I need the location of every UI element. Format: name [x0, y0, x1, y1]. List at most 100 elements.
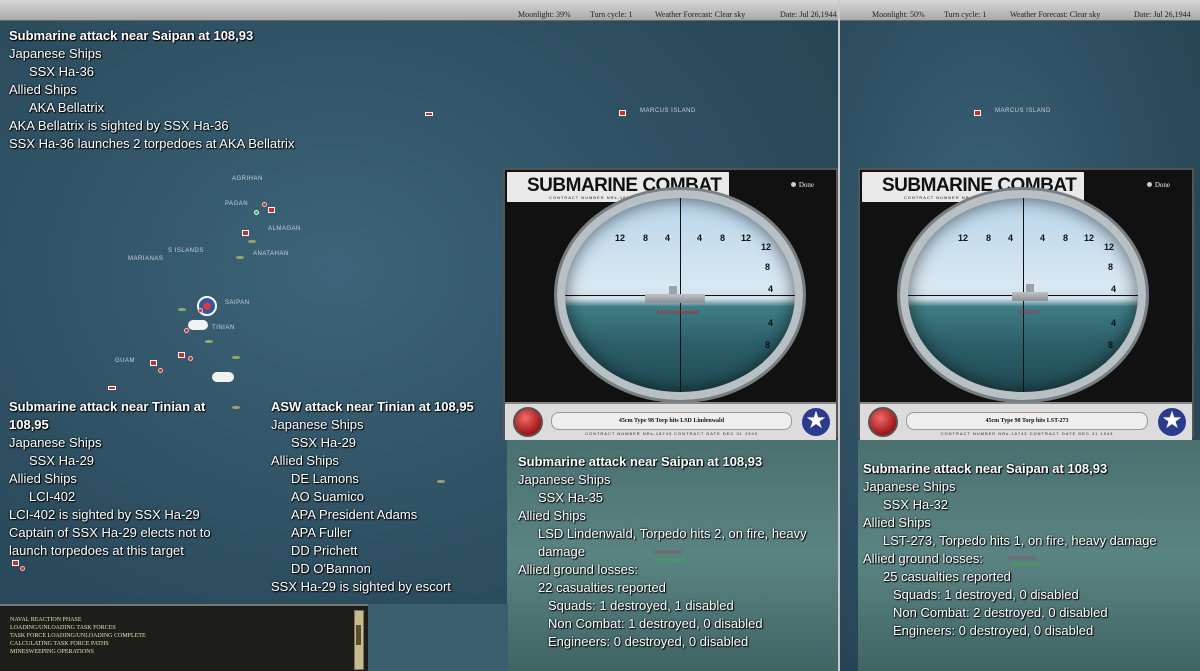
done-button[interactable]: Done	[790, 181, 814, 189]
date-status: Date: Jul 26,1944	[1134, 10, 1191, 19]
scale-tick: 8	[765, 340, 771, 350]
done-button[interactable]: Done	[1146, 181, 1170, 189]
target-label: LST-273	[1018, 310, 1040, 316]
base-marker[interactable]	[188, 356, 193, 361]
report-line: 25 casualties reported	[883, 569, 1011, 584]
combat-result-report: Submarine attack near Saipan at 108,93 Ja…	[863, 460, 1193, 640]
scale-tick: 4	[697, 233, 703, 243]
base-marker[interactable]	[158, 368, 163, 373]
report-line: Captain of SSX Ha-29 elects not to launc…	[9, 525, 211, 558]
report-line: SSX Ha-36	[29, 64, 95, 79]
weather-status: Weather Forecast: Clear sky	[655, 10, 746, 19]
scale-tick: 12	[741, 233, 752, 243]
task-force-marker[interactable]	[178, 352, 185, 358]
report-line: Squads: 1 destroyed, 1 disabled	[548, 598, 734, 613]
base-marker[interactable]	[20, 566, 25, 571]
unit-tag: SSX Ha-35	[658, 558, 686, 564]
left-game-pane: Moonlight: 39% Turn cycle: 1 Weather For…	[0, 0, 838, 671]
date-status: Date: Jul 26,1944	[780, 10, 837, 19]
log-line: NAVAL REACTION PHASE	[10, 617, 82, 623]
report-line: ASW attack near Tinian at 108,95	[271, 399, 474, 414]
report-line: Allied Ships	[9, 82, 77, 97]
report-line: SSX Ha-36 launches 2 torpedoes at AKA Be…	[9, 136, 295, 151]
report-line: AKA Bellatrix	[29, 100, 105, 115]
task-force-marker[interactable]	[974, 110, 981, 116]
task-force-marker[interactable]	[242, 230, 249, 236]
target-ship	[1012, 284, 1048, 301]
log-line: TASK FORCE LOADING/UNLOADING COMPLETE	[10, 633, 146, 639]
task-force-marker[interactable]	[619, 110, 626, 116]
report-line: Squads: 1 destroyed, 0 disabled	[893, 587, 1079, 602]
report-line: Engineers: 0 destroyed, 0 disabled	[548, 634, 749, 649]
report-line: Non Combat: 1 destroyed, 0 disabled	[548, 616, 763, 631]
report-line: SSX Ha-29	[29, 453, 95, 468]
done-icon	[790, 182, 796, 187]
scale-tick: 8	[720, 233, 726, 243]
cloud-icon	[212, 372, 234, 382]
combat-report-saipan: Submarine attack near Saipan at 108,93 Ja…	[9, 27, 294, 153]
combat-result-caption: 45cm Type 98 Torp hits LST-273	[906, 412, 1148, 430]
report-line: Japanese Ships	[863, 479, 956, 494]
report-line: SSX Ha-35	[538, 490, 604, 505]
scale-tick: 8	[1108, 262, 1114, 272]
map-label-marcus-island: MARCUS ISLAND	[995, 108, 1051, 114]
log-line: MINESWEEPING OPERATIONS	[10, 649, 94, 655]
map-label-pagan: PAGAN	[225, 201, 249, 207]
island	[178, 308, 186, 311]
base-marker[interactable]	[254, 210, 259, 215]
japanese-flag-icon	[513, 407, 543, 437]
contract-text: CONTRACT NUMBER NRs-18743 CONTRACT DATE …	[940, 431, 1114, 436]
report-line: Allied Ships	[271, 453, 339, 468]
combat-report-tinian-sub: Submarine attack near Tinian at 108,95 Ja…	[9, 398, 234, 560]
scale-tick: 8	[986, 233, 992, 243]
scale-tick: 4	[1008, 233, 1014, 243]
unit-tag-ship-icon	[654, 550, 682, 554]
task-force-marker[interactable]	[12, 560, 19, 566]
target-ship	[645, 286, 705, 303]
map-label-almagan: ALMAGAN	[268, 226, 301, 232]
report-line: SSX Ha-29	[291, 435, 357, 450]
map-label-marianas: MARIANAS	[128, 256, 164, 262]
scale-tick: 12	[615, 233, 626, 243]
combat-bottom-bar: 45cm Type 98 Torp hits LST-273 CONTRACT …	[860, 402, 1192, 440]
phase-log: NAVAL REACTION PHASE LOADING/UNLOADING TA…	[0, 604, 368, 671]
report-line: Non Combat: 2 destroyed, 0 disabled	[893, 605, 1108, 620]
report-line: LCI-402	[29, 489, 76, 504]
task-force-marker[interactable]	[425, 112, 433, 116]
report-line: 22 casualties reported	[538, 580, 666, 595]
status-bar: Moonlight: 39% Turn cycle: 1 Weather For…	[0, 0, 838, 21]
right-game-pane: Moonlight: 50% Turn cycle: 1 Weather For…	[840, 0, 1200, 671]
base-marker[interactable]	[198, 308, 203, 313]
task-force-marker[interactable]	[150, 360, 157, 366]
report-line: Engineers: 0 destroyed, 0 disabled	[893, 623, 1094, 638]
base-marker[interactable]	[262, 202, 267, 207]
periscope-view: 12 8 4 4 8 12 12 8 4 4 8 12 LST-273	[900, 190, 1146, 400]
map-label-tinian: TINIAN	[212, 325, 235, 331]
moonlight-status: Moonlight: 39%	[518, 10, 571, 19]
status-bar: Moonlight: 50% Turn cycle: 1 Weather For…	[840, 0, 1200, 21]
phase-log-lines: NAVAL REACTION PHASE LOADING/UNLOADING TA…	[10, 616, 146, 656]
scale-tick: 4	[1040, 233, 1046, 243]
unit-tag-ship-icon	[1008, 556, 1036, 560]
scale-tick: 12	[958, 233, 969, 243]
scale-tick: 4	[1111, 318, 1117, 328]
scale-tick: 8	[1063, 233, 1069, 243]
log-scrollbar[interactable]	[354, 610, 364, 670]
task-force-marker[interactable]	[268, 207, 275, 213]
combat-bottom-bar: 45cm Type 98 Torp hits LSD Lindenwald CO…	[505, 402, 836, 440]
map-label-agrihan: AGRIHAN	[232, 176, 263, 182]
target-label: LSD Lindenwald	[657, 310, 699, 316]
task-force-marker[interactable]	[108, 386, 116, 390]
map-label-guam: GUAM	[115, 358, 135, 364]
periscope-view: 12 8 4 4 8 12 12 8 4 4 8 12 LSD Lindenwa…	[557, 190, 803, 400]
scale-tick: 12	[1084, 233, 1095, 243]
report-line: APA Fuller	[291, 525, 352, 540]
base-marker[interactable]	[184, 328, 189, 333]
island	[232, 356, 240, 359]
scale-tick: 8	[643, 233, 649, 243]
submarine-combat-window: SUBMARINE COMBAT CONTRACT NUMBER NRs-187…	[503, 168, 838, 440]
report-line: Japanese Ships	[9, 435, 102, 450]
target-reticle-icon[interactable]	[197, 296, 217, 316]
report-line: LST-273, Torpedo hits 1, on fire, heavy …	[883, 533, 1157, 548]
moonlight-status: Moonlight: 50%	[872, 10, 925, 19]
